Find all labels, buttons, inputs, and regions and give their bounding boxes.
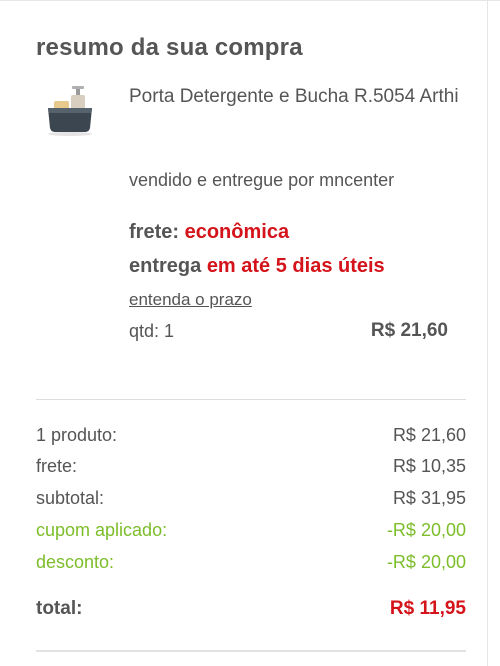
row-label: desconto: (36, 552, 115, 572)
row-value: R$ 10,35 (392, 456, 466, 476)
side-divider (487, 0, 488, 666)
row-value: -R$ 20,00 (386, 520, 466, 540)
shipping-type: econômica (184, 221, 290, 243)
quantity: qtd: 1 (129, 321, 175, 341)
soap-dispenser-icon (48, 86, 92, 136)
total-value: R$ 11,95 (389, 598, 466, 619)
summary-title: resumo da sua compra (36, 34, 303, 61)
total-label: total: (36, 598, 83, 619)
product-image (40, 84, 100, 140)
row-label: frete: (36, 456, 78, 476)
row-value: -R$ 20,00 (386, 552, 466, 572)
summary-row-total: total: R$ 11,95 (36, 598, 466, 624)
understand-deadline-link[interactable]: entenda o prazo (129, 290, 252, 310)
bottom-divider (36, 650, 466, 652)
product-name[interactable]: Porta Detergente e Bucha R.5054 Arthi (129, 82, 459, 112)
row-value: R$ 21,60 (392, 425, 466, 445)
shipping-info: frete: econômica (129, 221, 289, 244)
summary-row-discount: desconto: -R$ 20,00 (36, 552, 466, 578)
summary-row-shipping: frete: R$ 10,35 (36, 456, 466, 482)
shipping-label: frete: (129, 221, 180, 243)
row-label: subtotal: (36, 488, 105, 508)
item-price: R$ 21,60 (370, 320, 448, 341)
delivery-label: entrega (129, 255, 202, 277)
row-label: 1 produto: (36, 425, 118, 445)
top-divider (0, 0, 500, 1)
seller-info: vendido e entregue por mncenter (129, 170, 395, 190)
summary-row-products: 1 produto: R$ 21,60 (36, 425, 466, 451)
order-summary-card: resumo da sua compra Porta Detergente e … (0, 0, 500, 666)
row-label: cupom aplicado: (36, 520, 168, 540)
section-divider (36, 399, 466, 400)
delivery-estimate: em até 5 dias úteis (206, 255, 385, 277)
row-value: R$ 31,95 (392, 488, 466, 508)
summary-row-coupon: cupom aplicado: -R$ 20,00 (36, 520, 466, 546)
summary-row-subtotal: subtotal: R$ 31,95 (36, 488, 466, 514)
delivery-info: entrega em até 5 dias úteis (129, 255, 385, 278)
